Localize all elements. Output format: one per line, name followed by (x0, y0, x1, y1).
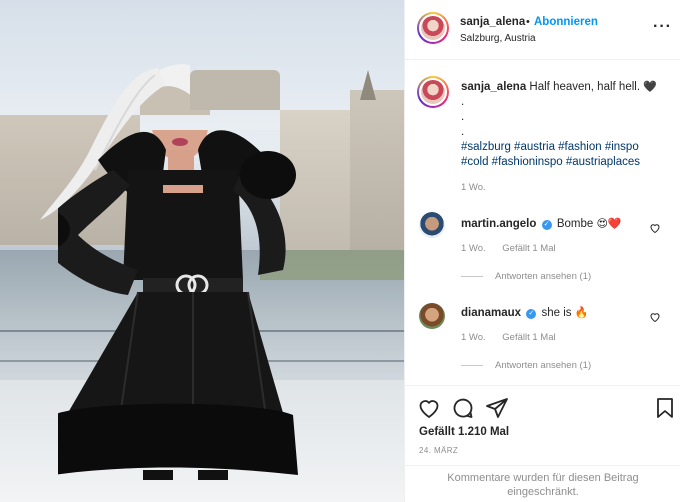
comment-icon[interactable] (451, 396, 475, 420)
comment-emoji: 🔥 (574, 307, 589, 319)
comment-username[interactable]: dianamaux (461, 307, 521, 319)
commenter-avatar[interactable] (419, 303, 445, 329)
likes-count[interactable]: Gefällt 1.210 Mal (419, 426, 509, 438)
share-icon[interactable] (485, 396, 509, 420)
comment-likes[interactable]: Gefällt 1 Mal (502, 332, 555, 343)
more-horizontal-icon[interactable]: ··· (653, 18, 672, 36)
caption-dot: . (461, 96, 465, 108)
caption-author-avatar[interactable] (417, 76, 449, 108)
post-actions: Gefällt 1.210 Mal 24. März (405, 385, 680, 465)
comment-meta: 1 Wo. Gefällt 1 Mal (461, 332, 570, 343)
replies-divider (461, 365, 483, 366)
comment-likes[interactable]: Gefällt 1 Mal (502, 243, 555, 254)
bookmark-icon[interactable] (653, 396, 677, 420)
hashtags-line[interactable]: #cold #fashioninspo #austriaplaces (461, 155, 671, 170)
caption-age[interactable]: 1 Wo. (461, 180, 671, 195)
restricted-line: eingeschränkt. (507, 486, 579, 498)
replies-divider (461, 276, 483, 277)
person-in-black-coat (58, 130, 298, 480)
commenter-avatar[interactable] (419, 212, 445, 238)
post-date[interactable]: 24. März (419, 446, 458, 455)
follow-button[interactable]: Abonnieren (534, 16, 598, 28)
comment-text: she is (541, 307, 572, 319)
caption-username[interactable]: sanja_alena (461, 81, 526, 93)
comment: martin.angelo ✓ Bombe 😍❤️ (461, 217, 622, 230)
verified-badge-icon: ✓ (541, 220, 552, 230)
comment-age[interactable]: 1 Wo. (461, 243, 486, 254)
view-replies[interactable]: Antworten ansehen (1) (461, 360, 591, 371)
caption-dot: . (461, 111, 465, 123)
comment-meta: 1 Wo. Gefällt 1 Mal (461, 243, 570, 254)
author-username[interactable]: sanja_alena (460, 16, 525, 28)
comment-like-heart-icon[interactable] (649, 222, 661, 234)
caption-text: Half heaven, half hell. (529, 81, 641, 93)
view-replies-label[interactable]: Antworten ansehen (1) (495, 271, 591, 282)
heart-icon[interactable] (417, 396, 441, 420)
separator-dot: • (526, 16, 530, 28)
post-photo[interactable] (0, 0, 404, 502)
comment-emoji: 😍❤️ (596, 218, 622, 230)
view-replies-label[interactable]: Antworten ansehen (1) (495, 360, 591, 371)
post-detail-panel: sanja_alena • Abonnieren Salzburg, Austr… (404, 0, 680, 502)
post-header: sanja_alena • Abonnieren Salzburg, Austr… (405, 0, 680, 60)
verified-badge-icon: ✓ (526, 309, 537, 319)
caption: sanja_alena Half heaven, half hell. 🖤 . … (461, 80, 671, 195)
comment-age[interactable]: 1 Wo. (461, 332, 486, 343)
comments-restricted-notice: Kommentare wurden für diesen Beitrag ein… (405, 465, 680, 502)
hashtags-line[interactable]: #salzburg #austria #fashion #inspo (461, 140, 671, 155)
church-spire (360, 70, 376, 100)
comment: dianamaux ✓ she is 🔥 (461, 306, 588, 319)
post-location[interactable]: Salzburg, Austria (460, 33, 536, 44)
restricted-line: Kommentare wurden für diesen Beitrag (447, 472, 639, 484)
black-heart-emoji: 🖤 (643, 81, 657, 93)
caption-dot: . (461, 126, 465, 138)
comment-like-heart-icon[interactable] (649, 311, 661, 323)
author-avatar[interactable] (417, 12, 449, 44)
comment-username[interactable]: martin.angelo (461, 218, 536, 230)
background-building (350, 90, 404, 250)
fortress-silhouette (190, 70, 280, 110)
caption-and-comments: sanja_alena Half heaven, half hell. 🖤 . … (405, 60, 680, 390)
comment-text: Bombe (556, 218, 594, 230)
view-replies[interactable]: Antworten ansehen (1) (461, 271, 591, 282)
